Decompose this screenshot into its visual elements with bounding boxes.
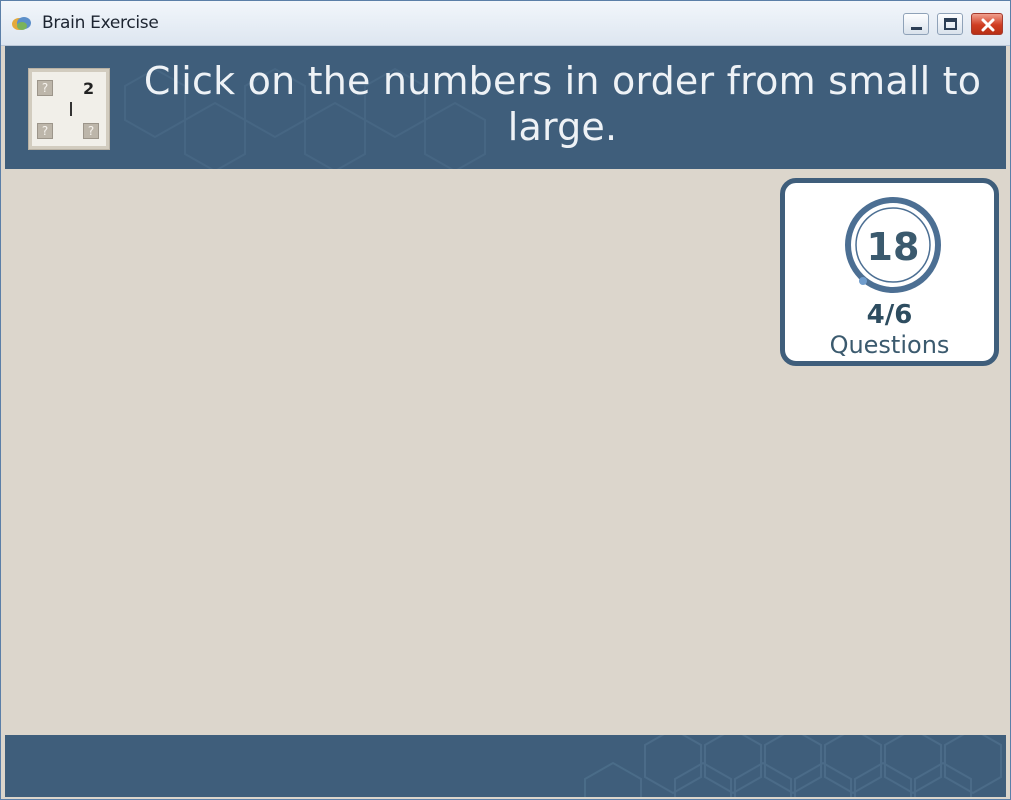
instruction-text: Click on the numbers in order from small… <box>143 59 982 149</box>
window-title: Brain Exercise <box>42 13 159 33</box>
question-label: Questions <box>829 331 950 359</box>
minimize-icon <box>911 27 922 30</box>
question-progress: 4/6 <box>866 300 913 330</box>
puzzle-thumbnail: ? 2 ? ? <box>28 68 110 150</box>
maximize-button[interactable] <box>937 13 963 35</box>
close-icon <box>981 18 995 32</box>
app-window: Brain Exercise ? 2 ? ? Click on the numb… <box>0 0 1011 800</box>
cursor-icon <box>70 102 72 116</box>
close-button[interactable] <box>971 13 1003 35</box>
instruction-banner: ? 2 ? ? Click on the numbers in order fr… <box>5 46 1006 169</box>
revealed-number: 2 <box>83 79 95 98</box>
status-card: 18 4/6 Questions <box>780 178 999 366</box>
title-bar[interactable]: Brain Exercise <box>1 1 1010 46</box>
maximize-icon <box>944 18 957 30</box>
minimize-button[interactable] <box>903 13 929 35</box>
hidden-tile-icon: ? <box>83 123 99 139</box>
hexagon-pattern <box>584 735 1002 797</box>
hidden-tile-icon: ? <box>37 80 53 96</box>
hidden-tile-icon: ? <box>37 123 53 139</box>
brain-icon <box>12 17 31 30</box>
countdown-timer: 18 <box>866 225 920 269</box>
footer-bar <box>5 735 1006 797</box>
